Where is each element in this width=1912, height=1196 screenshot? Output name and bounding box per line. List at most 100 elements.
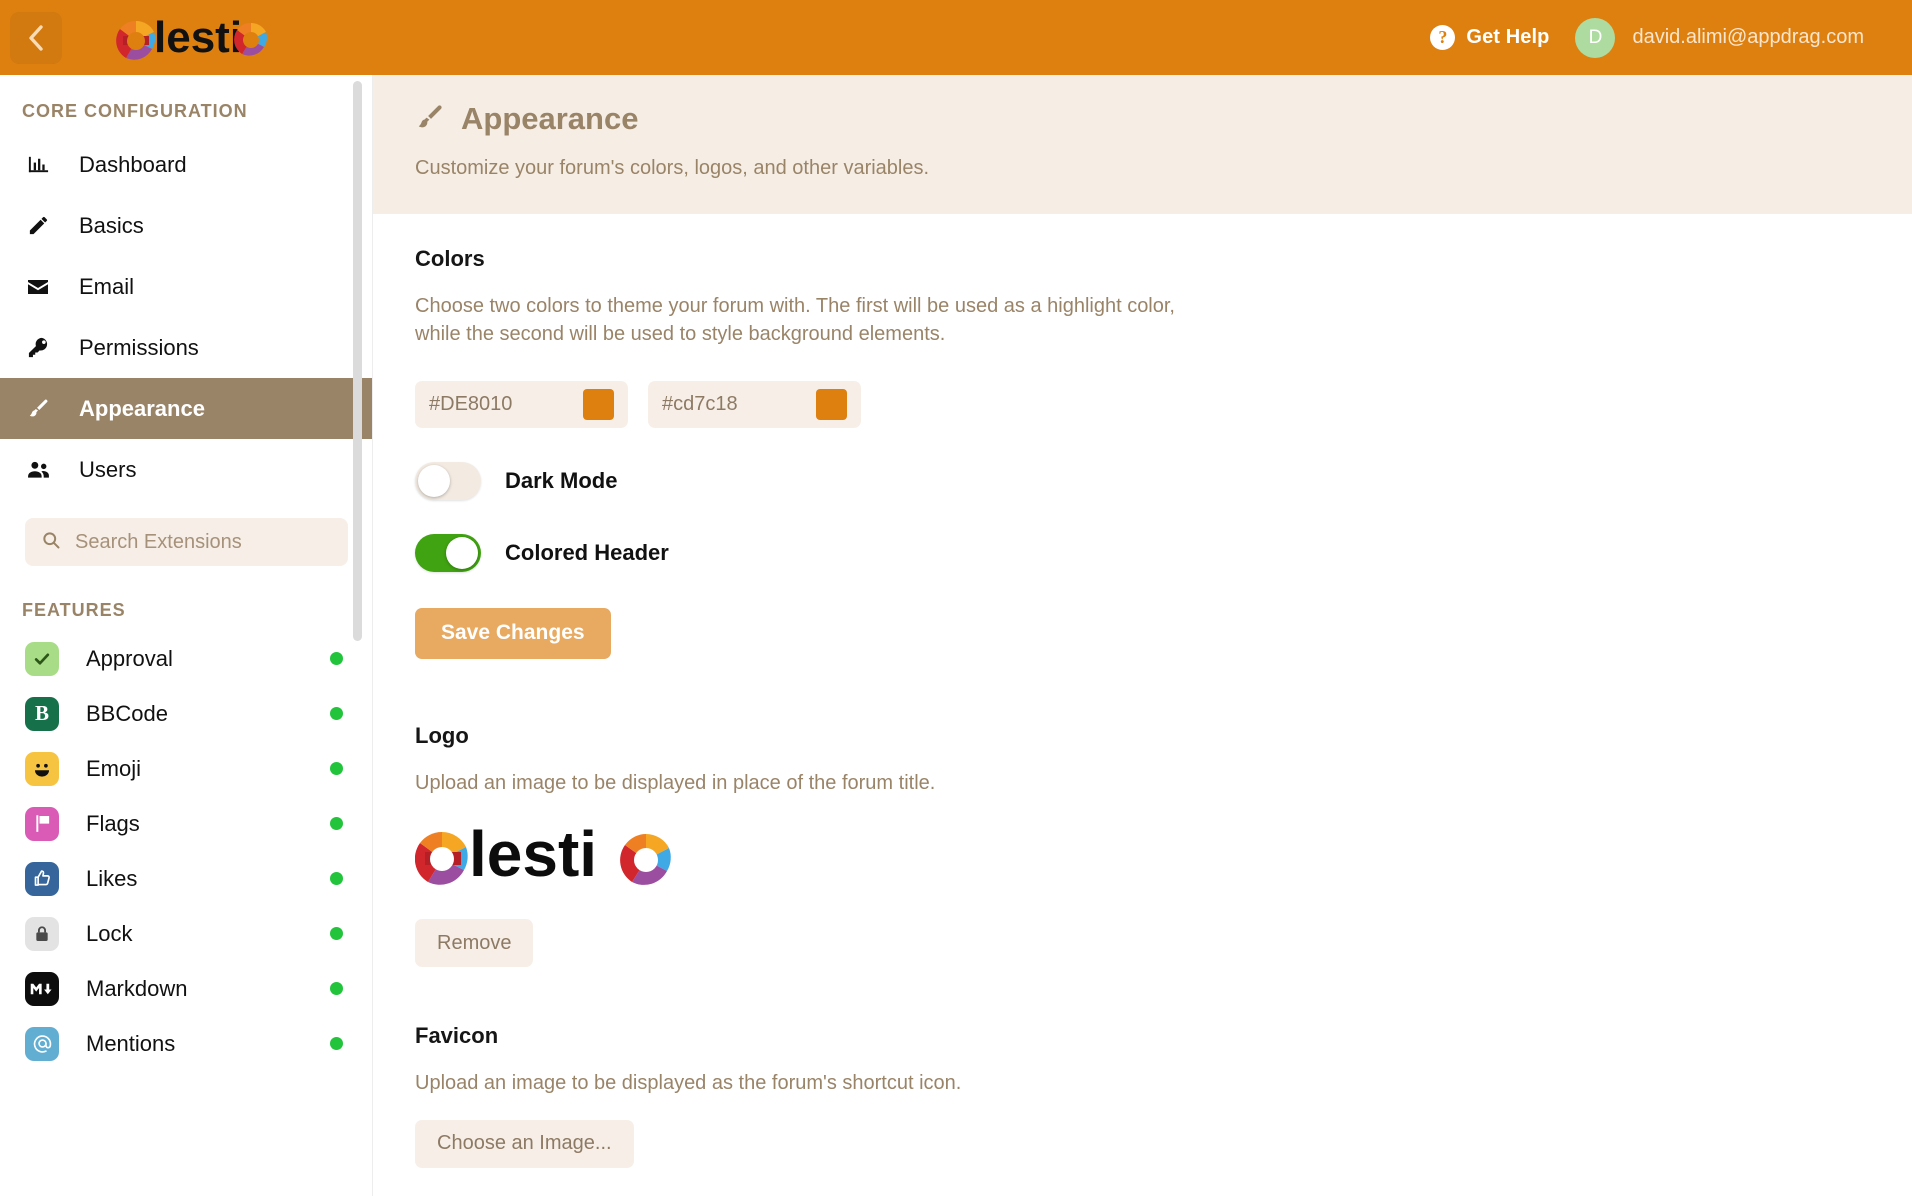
favicon-section-description: Upload an image to be displayed as the f… — [415, 1072, 962, 1095]
primary-color-field[interactable] — [415, 380, 628, 428]
sidebar-feature-emoji[interactable]: Emoji — [0, 741, 373, 796]
status-badge — [330, 927, 343, 940]
sidebar-heading-core: CORE CONFIGURATION — [22, 101, 248, 121]
sidebar-item-dashboard[interactable]: Dashboard — [0, 134, 373, 195]
markdown-icon — [25, 971, 59, 1006]
sidebar: CORE CONFIGURATION Dashboard Basics Emai… — [0, 75, 373, 1196]
check-icon — [25, 641, 59, 676]
pencil-icon — [25, 214, 51, 237]
users-icon — [25, 457, 51, 482]
dark-mode-row: Dark Mode — [415, 461, 1870, 500]
sidebar-item-email[interactable]: Email — [0, 256, 373, 317]
question-circle-icon: ? — [1430, 25, 1456, 50]
feature-label: Markdown — [86, 975, 188, 1001]
search-extensions-wrapper — [0, 500, 373, 566]
sidebar-item-users[interactable]: Users — [0, 439, 373, 500]
logo-preview: lesti — [415, 811, 1870, 897]
sidebar-heading-features: FEATURES — [22, 600, 126, 620]
sidebar-item-label: Users — [79, 456, 137, 482]
save-changes-button[interactable]: Save Changes — [415, 607, 611, 659]
status-badge — [330, 1037, 343, 1050]
sidebar-item-label: Dashboard — [79, 151, 187, 177]
lock-icon — [25, 916, 59, 951]
elestio-wordmark-icon: lesti — [116, 13, 267, 62]
search-box[interactable] — [25, 518, 348, 566]
sidebar-feature-bbcode[interactable]: B BBCode — [0, 686, 373, 741]
body-container: CORE CONFIGURATION Dashboard Basics Emai… — [0, 75, 1912, 1196]
sidebar-feature-flags[interactable]: Flags — [0, 796, 373, 851]
feature-label: Flags — [86, 810, 140, 836]
page-title: Appearance — [461, 101, 639, 136]
panel-title-row: Appearance — [373, 101, 1912, 137]
at-icon — [25, 1026, 59, 1061]
paintbrush-icon — [25, 397, 51, 420]
colors-section: Colors Choose two colors to theme your f… — [415, 246, 1870, 659]
user-email-label: david.alimi@appdrag.com — [1632, 26, 1864, 48]
top-header-bar: lesti ? Get Help D david.alimi@appdrag.c… — [0, 0, 1912, 75]
choose-favicon-button[interactable]: Choose an Image... — [415, 1119, 634, 1168]
favicon-section: Favicon Upload an image to be displayed … — [415, 1023, 1870, 1196]
feature-label: Approval — [86, 645, 173, 671]
secondary-color-field[interactable] — [648, 380, 861, 428]
favicon-section-title: Favicon — [415, 1023, 499, 1049]
sidebar-item-label: Email — [79, 273, 135, 299]
key-icon — [25, 336, 51, 359]
search-input[interactable] — [75, 530, 332, 554]
sidebar-feature-likes[interactable]: Likes — [0, 851, 373, 906]
sidebar-item-basics[interactable]: Basics — [0, 195, 373, 256]
search-icon — [41, 530, 61, 555]
primary-color-swatch[interactable] — [583, 388, 614, 420]
panel-header: Appearance Customize your forum's colors… — [373, 75, 1912, 214]
remove-logo-button[interactable]: Remove — [415, 919, 534, 968]
sidebar-feature-markdown[interactable]: Markdown — [0, 961, 373, 1016]
sidebar-feature-mentions[interactable]: Mentions — [0, 1016, 373, 1071]
status-badge — [330, 707, 343, 720]
thumbs-up-icon — [25, 861, 59, 896]
sidebar-item-appearance[interactable]: Appearance — [0, 378, 373, 439]
get-help-button[interactable]: ? Get Help — [1430, 25, 1549, 50]
sidebar-feature-approval[interactable]: Approval — [0, 631, 373, 686]
panel-body: Colors Choose two colors to theme your f… — [373, 214, 1912, 1196]
feature-label: Lock — [86, 920, 133, 946]
secondary-color-swatch[interactable] — [816, 388, 847, 420]
status-badge — [330, 817, 343, 830]
colors-section-title: Colors — [415, 246, 485, 271]
sidebar-feature-lock[interactable]: Lock — [0, 906, 373, 961]
get-help-label: Get Help — [1466, 26, 1550, 48]
dark-mode-toggle[interactable] — [415, 461, 481, 500]
flag-icon — [25, 806, 59, 841]
secondary-color-input[interactable] — [662, 392, 816, 416]
svg-text:lesti: lesti — [469, 818, 597, 890]
status-badge — [330, 762, 343, 775]
status-badge — [330, 872, 343, 885]
bbcode-b-icon: B — [25, 696, 59, 731]
logo-section-description: Upload an image to be displayed in place… — [415, 771, 936, 794]
primary-color-input[interactable] — [429, 392, 583, 416]
feature-label: Mentions — [86, 1030, 176, 1056]
sidebar-content: CORE CONFIGURATION Dashboard Basics Emai… — [0, 75, 373, 1071]
sidebar-scrollbar-thumb[interactable] — [353, 81, 362, 641]
sidebar-item-label: Permissions — [79, 334, 199, 360]
sidebar-item-permissions[interactable]: Permissions — [0, 317, 373, 378]
brand-logo[interactable]: lesti — [114, 10, 269, 66]
chevron-left-icon — [25, 22, 47, 54]
page-subtitle: Customize your forum's colors, logos, an… — [415, 157, 930, 179]
colors-section-description: Choose two colors to theme your forum wi… — [415, 295, 1175, 346]
feature-label: Emoji — [86, 755, 142, 781]
feature-label: BBCode — [86, 700, 168, 726]
colored-header-toggle[interactable] — [415, 533, 481, 572]
svg-text:lesti: lesti — [154, 13, 242, 62]
paintbrush-icon — [415, 102, 445, 137]
logo-section-title: Logo — [415, 722, 469, 748]
colored-header-label: Colored Header — [505, 539, 669, 565]
chart-bar-icon — [25, 153, 51, 176]
sidebar-item-label: Basics — [79, 212, 144, 238]
main-content: Appearance Customize your forum's colors… — [373, 75, 1912, 1196]
envelope-icon — [25, 275, 51, 299]
logo-section: Logo Upload an image to be displayed in … — [415, 722, 1870, 968]
user-account-button[interactable]: D david.alimi@appdrag.com — [1575, 17, 1864, 58]
smiley-icon — [25, 751, 59, 786]
status-badge — [330, 652, 343, 665]
sidebar-item-label: Appearance — [79, 395, 205, 421]
back-button[interactable] — [10, 11, 62, 64]
